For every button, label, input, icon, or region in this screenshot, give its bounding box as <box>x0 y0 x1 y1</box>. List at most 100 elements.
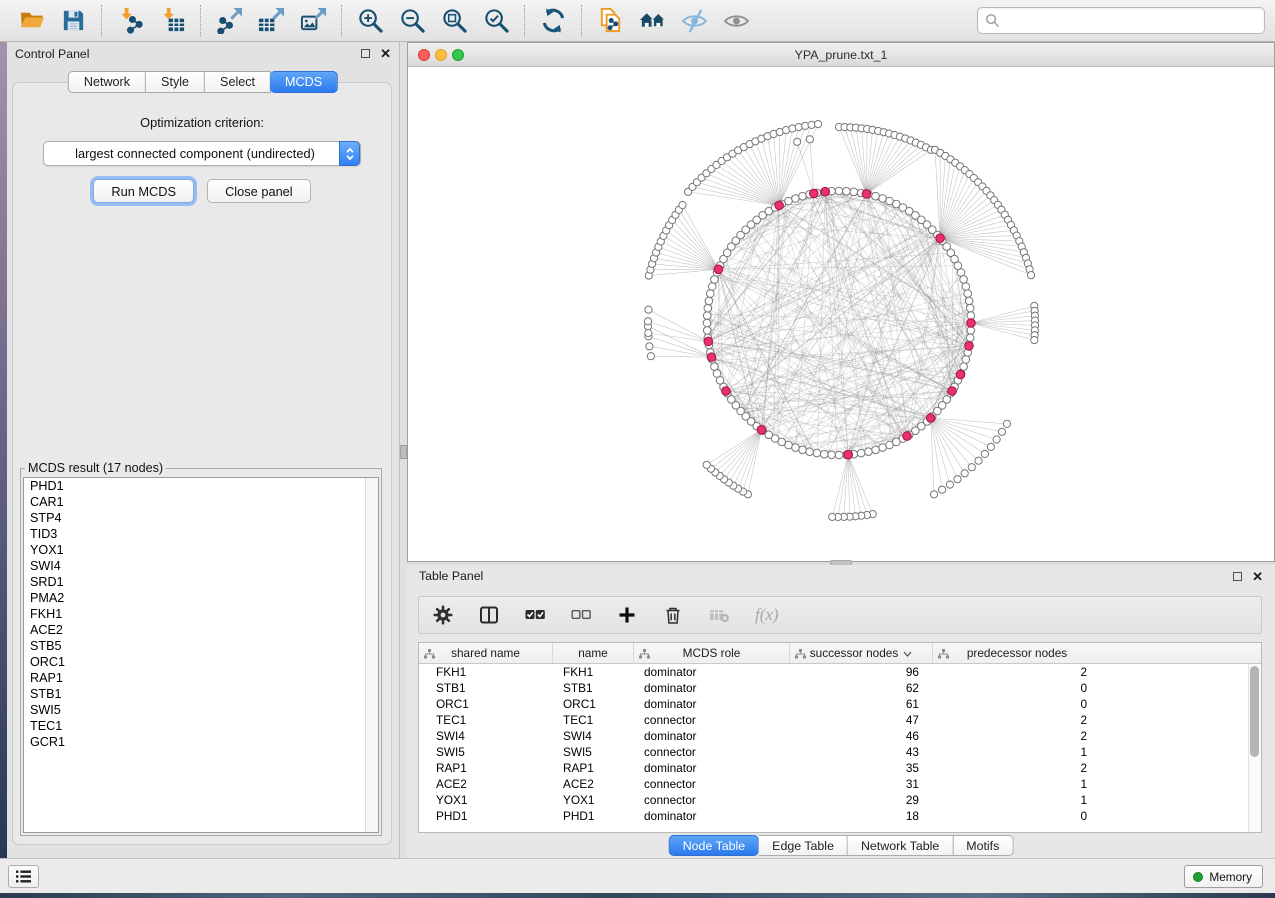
import-table-icon[interactable] <box>151 3 193 39</box>
tab-network-table[interactable]: Network Table <box>848 835 953 856</box>
duplicate-network-icon[interactable] <box>589 3 631 39</box>
hide-selected-icon[interactable] <box>673 3 715 39</box>
mcds-result-item[interactable]: SRD1 <box>24 574 378 590</box>
first-neighbors-icon[interactable] <box>631 3 673 39</box>
minimize-window-icon[interactable] <box>435 49 447 61</box>
main-toolbar <box>0 0 1275 42</box>
zoom-in-icon[interactable] <box>349 3 391 39</box>
add-icon[interactable] <box>617 605 637 625</box>
mcds-result-item[interactable]: ACE2 <box>24 622 378 638</box>
table-row[interactable]: YOX1YOX1connector291 <box>419 792 1261 808</box>
mcds-result-item[interactable]: STP4 <box>24 510 378 526</box>
network-view[interactable] <box>408 67 1274 561</box>
mcds-result-item[interactable]: TID3 <box>24 526 378 542</box>
zoom-out-icon[interactable] <box>391 3 433 39</box>
table-scrollbar[interactable] <box>1248 664 1261 832</box>
mcds-result-item[interactable]: YOX1 <box>24 542 378 558</box>
export-network-icon[interactable] <box>208 3 250 39</box>
mcds-result-item[interactable]: PMA2 <box>24 590 378 606</box>
network-window: YPA_prune.txt_1 <box>407 42 1275 562</box>
optimization-select[interactable]: largest connected component (undirected) <box>43 141 361 166</box>
tab-edge-table[interactable]: Edge Table <box>759 835 848 856</box>
task-history-button[interactable] <box>8 865 39 888</box>
column-header-predecessor-nodes[interactable]: predecessor nodes <box>933 643 1101 663</box>
table-columns-icon[interactable] <box>479 605 499 625</box>
column-header-shared-name[interactable]: shared name <box>419 643 553 663</box>
tab-select[interactable]: Select <box>205 71 271 93</box>
refresh-icon[interactable] <box>532 3 574 39</box>
function-builder-icon: f(x) <box>755 605 779 625</box>
tab-style[interactable]: Style <box>146 71 205 93</box>
close-panel-button[interactable]: Close panel <box>207 179 311 203</box>
show-all-icon[interactable] <box>715 3 757 39</box>
mcds-result-title: MCDS result (17 nodes) <box>25 461 166 475</box>
deselect-all-icon[interactable] <box>571 605 591 625</box>
cell-predecessor-nodes: 2 <box>933 761 1101 775</box>
table-type-tabs: Node TableEdge TableNetwork TableMotifs <box>669 835 1014 856</box>
mcds-result-item[interactable]: SWI4 <box>24 558 378 574</box>
column-header-name[interactable]: name <box>553 643 634 663</box>
table-scrollbar-thumb[interactable] <box>1250 666 1259 757</box>
table-row[interactable]: ORC1ORC1dominator610 <box>419 696 1261 712</box>
mcds-result-item[interactable]: STB5 <box>24 638 378 654</box>
mcds-result-item[interactable]: RAP1 <box>24 670 378 686</box>
column-label: successor nodes <box>810 646 899 660</box>
gear-icon[interactable] <box>433 605 453 625</box>
mcds-result-item[interactable]: TEC1 <box>24 718 378 734</box>
import-network-icon[interactable] <box>109 3 151 39</box>
vertical-splitter[interactable] <box>400 42 407 858</box>
tab-node-table[interactable]: Node Table <box>669 835 759 856</box>
table-row[interactable]: FKH1FKH1dominator962 <box>419 664 1261 680</box>
run-mcds-button[interactable]: Run MCDS <box>93 179 194 203</box>
select-all-icon[interactable] <box>525 605 545 625</box>
mcds-result-item[interactable]: GCR1 <box>24 734 378 750</box>
mcds-result-item[interactable]: SWI5 <box>24 702 378 718</box>
close-window-icon[interactable] <box>418 49 430 61</box>
cell-successor-nodes: 29 <box>790 793 933 807</box>
network-canvas[interactable] <box>408 67 1274 561</box>
mcds-result-item[interactable]: PHD1 <box>24 478 378 494</box>
zoom-selected-icon[interactable] <box>475 3 517 39</box>
column-header-MCDS-role[interactable]: MCDS role <box>634 643 790 663</box>
search-icon <box>985 13 1000 28</box>
search-input[interactable] <box>977 7 1265 34</box>
toolbar-separator <box>101 5 102 37</box>
cell-predecessor-nodes: 2 <box>933 713 1101 727</box>
mcds-result-item[interactable]: CAR1 <box>24 494 378 510</box>
table-row[interactable]: PHD1PHD1dominator180 <box>419 808 1261 824</box>
open-file-icon[interactable] <box>10 3 52 39</box>
tab-motifs[interactable]: Motifs <box>953 835 1013 856</box>
float-panel-icon[interactable] <box>361 49 370 58</box>
tab-network[interactable]: Network <box>68 71 146 93</box>
table-row[interactable]: TEC1TEC1connector472 <box>419 712 1261 728</box>
float-panel-icon[interactable] <box>1233 572 1242 581</box>
table-row[interactable]: ACE2ACE2connector311 <box>419 776 1261 792</box>
splitter-grabber[interactable] <box>400 445 407 459</box>
tab-mcds[interactable]: MCDS <box>270 71 338 93</box>
table-row[interactable]: SWI4SWI4dominator462 <box>419 728 1261 744</box>
table-row[interactable]: SWI5SWI5connector431 <box>419 744 1261 760</box>
memory-button[interactable]: Memory <box>1184 865 1263 888</box>
close-panel-icon[interactable]: ✕ <box>380 47 391 60</box>
mcds-result-item[interactable]: FKH1 <box>24 606 378 622</box>
mcds-list-scrollbar[interactable] <box>365 478 378 832</box>
mcds-result-item[interactable]: ORC1 <box>24 654 378 670</box>
cell-MCDS-role: dominator <box>634 697 790 711</box>
cell-MCDS-role: connector <box>634 793 790 807</box>
cell-successor-nodes: 43 <box>790 745 933 759</box>
zoom-fit-icon[interactable] <box>433 3 475 39</box>
close-panel-icon[interactable]: ✕ <box>1252 570 1263 583</box>
export-image-icon[interactable] <box>292 3 334 39</box>
trash-icon[interactable] <box>663 605 683 625</box>
table-row[interactable]: STB1STB1dominator620 <box>419 680 1261 696</box>
export-table-icon[interactable] <box>250 3 292 39</box>
save-icon[interactable] <box>52 3 94 39</box>
cell-name: ACE2 <box>553 777 634 791</box>
mcds-result-item[interactable]: STB1 <box>24 686 378 702</box>
column-header-successor-nodes[interactable]: successor nodes <box>790 643 933 663</box>
cell-shared-name: SWI5 <box>419 745 553 759</box>
maximize-window-icon[interactable] <box>452 49 464 61</box>
table-row[interactable]: RAP1RAP1dominator352 <box>419 760 1261 776</box>
network-window-titlebar[interactable]: YPA_prune.txt_1 <box>408 43 1274 67</box>
table-panel-titlebar: Table Panel ✕ <box>407 565 1275 587</box>
